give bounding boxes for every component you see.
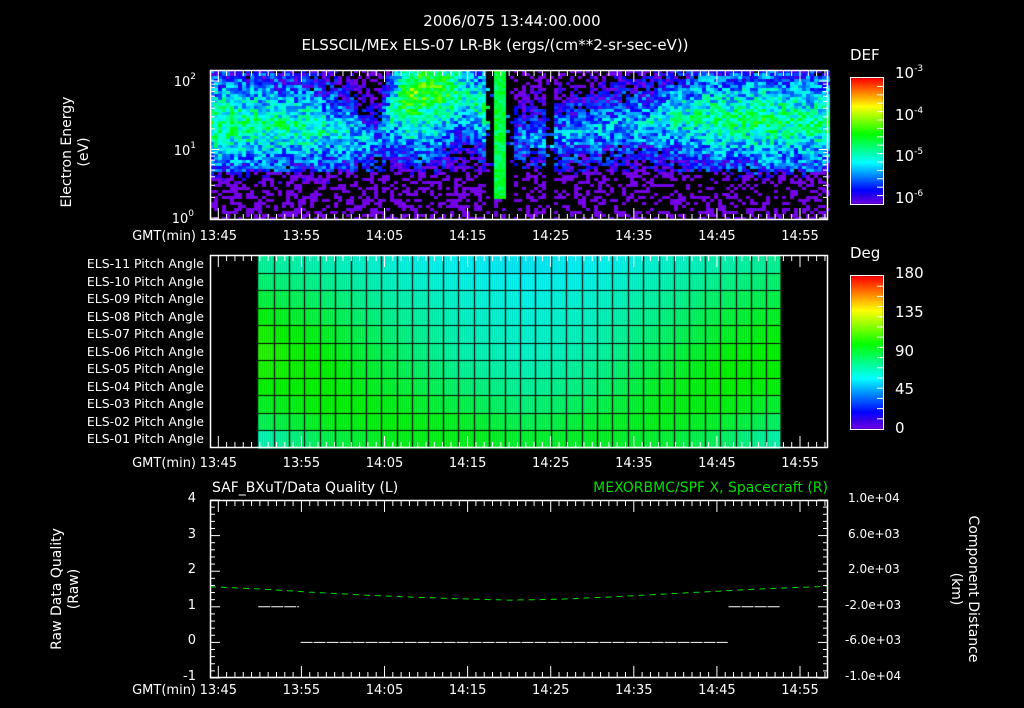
def-colorbar bbox=[850, 77, 884, 205]
quality-axis-label-line2: (Raw) bbox=[66, 568, 82, 610]
def-colorbar-tick-label: 10-3 bbox=[895, 64, 924, 82]
left-panel-title: SAF_BXuT/Data Quality (L) bbox=[212, 480, 399, 496]
distance-tick-label: 1.0e+04 bbox=[848, 491, 900, 505]
distance-tick-label: 6.0e+03 bbox=[848, 526, 900, 541]
pitch-channel-label: ELS-02 Pitch Angle bbox=[86, 413, 204, 429]
time-tick-label: 13:45 bbox=[199, 229, 238, 244]
time-tick-label: 14:45 bbox=[698, 229, 736, 244]
time-tick-label: 13:55 bbox=[282, 229, 321, 244]
quality-tick-label: 1 bbox=[187, 597, 196, 613]
time-tick-label: 14:35 bbox=[615, 456, 653, 471]
quality-tick-label: -1 bbox=[183, 669, 196, 684]
pitch-channel-label: ELS-08 Pitch Angle bbox=[86, 308, 204, 324]
pitch-channel-label: ELS-10 Pitch Angle bbox=[86, 273, 204, 289]
quality-tick-label: 0 bbox=[187, 633, 196, 649]
deg-colorbar-tick-label: 0 bbox=[895, 419, 905, 438]
energy-axis-label-line2: (eV) bbox=[76, 137, 92, 167]
pitch-channel-label: ELS-09 Pitch Angle bbox=[86, 291, 204, 307]
time-tick-label: 14:05 bbox=[365, 683, 404, 698]
distance-axis-label-line1: Component Distance bbox=[965, 515, 981, 663]
time-tick-label: 14:45 bbox=[698, 456, 736, 471]
pitch-channel-label: ELS-07 Pitch Angle bbox=[86, 326, 204, 342]
energy-axis-label: Electron Energy (eV) bbox=[59, 62, 93, 242]
distance-tick-label: -2.0e+03 bbox=[845, 597, 902, 612]
pitch-channel-label: ELS-11 Pitch Angle bbox=[86, 256, 204, 271]
time-tick-label: 14:55 bbox=[781, 456, 819, 471]
pitch-channel-label: ELS-03 Pitch Angle bbox=[86, 396, 204, 412]
distance-axis-label: Component Distance (km) bbox=[947, 499, 981, 679]
deg-colorbar bbox=[850, 275, 884, 430]
time-tick-label: 14:35 bbox=[615, 683, 653, 698]
pitch-channel-label: ELS-04 Pitch Angle bbox=[86, 378, 204, 394]
time-tick-label: 14:25 bbox=[531, 456, 570, 471]
deg-colorbar-tick-label: 135 bbox=[895, 302, 924, 321]
energy-tick-label: 102 bbox=[173, 72, 196, 90]
time-tick-label: 14:25 bbox=[531, 683, 570, 698]
time-tick-label: 14:15 bbox=[448, 229, 487, 244]
energy-tick-label: 101 bbox=[173, 140, 196, 159]
distance-tick-label: -1.0e+04 bbox=[845, 669, 902, 683]
time-tick-label: 14:25 bbox=[531, 229, 570, 244]
pitch-channel-label: ELS-06 Pitch Angle bbox=[86, 343, 204, 359]
plot-title: ELSSCIL/MEx ELS-07 LR-Bk (ergs/(cm**2-sr… bbox=[301, 36, 689, 54]
time-axis-label: GMT(min) bbox=[132, 229, 196, 244]
distance-axis-label-line2: (km) bbox=[948, 572, 964, 606]
distance-tick-label: -6.0e+03 bbox=[845, 633, 902, 648]
right-panel-title: MEXORBMC/SPF X, Spacecraft (R) bbox=[593, 480, 828, 496]
spacecraft-x-line bbox=[209, 585, 828, 601]
def-colorbar-tick-label: 10-4 bbox=[895, 105, 924, 124]
time-tick-label: 14:55 bbox=[781, 683, 819, 698]
quality-axis-label: Raw Data Quality (Raw) bbox=[49, 499, 83, 679]
time-tick-label: 14:55 bbox=[781, 229, 819, 244]
time-tick-label: 14:45 bbox=[698, 683, 736, 698]
time-tick-label: 14:15 bbox=[448, 456, 487, 471]
deg-colorbar-title: Deg bbox=[850, 244, 881, 262]
energy-tick-label: 100 bbox=[171, 209, 194, 227]
energy-axis-label-line1: Electron Energy bbox=[59, 96, 75, 208]
panel-2-frame bbox=[209, 254, 829, 449]
time-tick-label: 14:05 bbox=[365, 456, 404, 471]
quality-axis-label-line1: Raw Data Quality bbox=[49, 528, 65, 650]
deg-colorbar-tick-label: 90 bbox=[895, 341, 915, 360]
time-axis-label: GMT(min) bbox=[132, 683, 196, 698]
deg-colorbar-tick-label: 180 bbox=[895, 264, 924, 282]
time-tick-label: 13:45 bbox=[199, 456, 238, 471]
panel-3-frame bbox=[209, 499, 829, 679]
pitch-channel-label: ELS-05 Pitch Angle bbox=[86, 361, 204, 377]
quality-tick-label: 3 bbox=[187, 526, 196, 542]
time-tick-label: 13:45 bbox=[199, 683, 238, 698]
panel-1-frame bbox=[209, 69, 829, 221]
def-colorbar-title: DEF bbox=[850, 46, 880, 64]
deg-colorbar-tick-label: 45 bbox=[895, 380, 915, 399]
def-colorbar-tick-label: 10-5 bbox=[895, 147, 924, 165]
pitch-channel-label: ELS-01 Pitch Angle bbox=[86, 431, 204, 447]
time-tick-label: 14:05 bbox=[365, 229, 404, 244]
quality-tick-label: 4 bbox=[187, 491, 196, 506]
distance-tick-label: 2.0e+03 bbox=[848, 562, 900, 577]
time-tick-label: 14:35 bbox=[615, 229, 653, 244]
time-axis-label: GMT(min) bbox=[132, 456, 196, 471]
date-time-header: 2006/075 13:44:00.000 bbox=[423, 12, 601, 30]
quality-tick-label: 2 bbox=[187, 562, 196, 578]
time-tick-label: 14:15 bbox=[448, 683, 487, 698]
def-colorbar-tick-label: 10-6 bbox=[895, 188, 924, 207]
time-tick-label: 13:55 bbox=[282, 456, 321, 471]
time-tick-label: 13:55 bbox=[282, 683, 321, 698]
